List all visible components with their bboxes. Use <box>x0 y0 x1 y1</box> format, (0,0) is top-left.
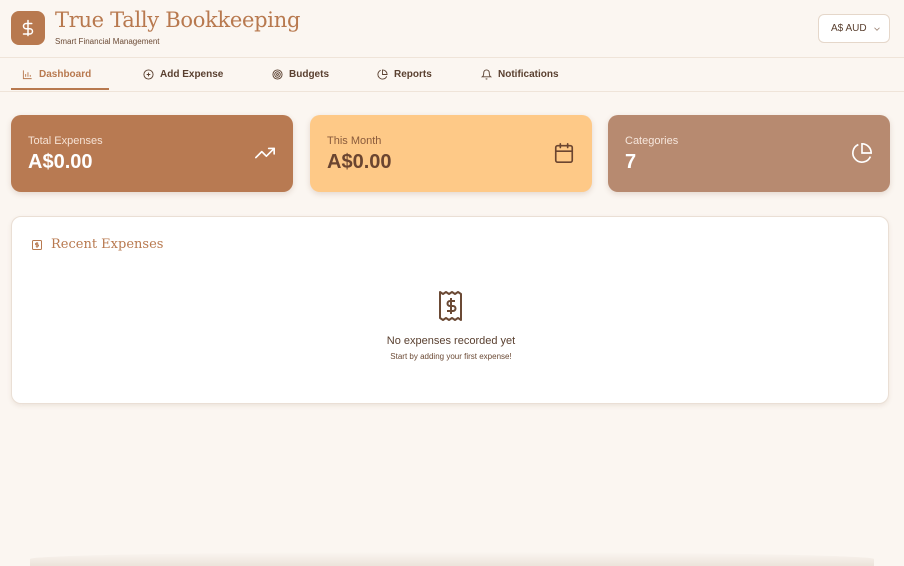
stat-label: Categories <box>625 135 679 147</box>
panel-title-text: Recent Expenses <box>51 237 164 252</box>
stat-value: 7 <box>625 151 637 173</box>
empty-state-subtitle: Start by adding your first expense! <box>390 352 512 361</box>
tab-dashboard[interactable]: Dashboard <box>22 58 91 90</box>
stat-card-this-month: This Month A$0.00 <box>310 115 592 192</box>
app-subtitle: Smart Financial Management <box>55 37 160 46</box>
stat-label: Total Expenses <box>28 135 103 147</box>
trending-up-icon <box>255 147 275 159</box>
pie-chart-icon <box>377 68 388 79</box>
bell-icon <box>481 69 492 80</box>
dollar-icon <box>22 19 34 37</box>
target-icon <box>272 68 283 80</box>
currency-select[interactable]: A$ AUD <box>818 14 890 43</box>
stat-value: A$0.00 <box>28 151 93 173</box>
tab-label: Dashboard <box>39 68 92 80</box>
calendar-icon <box>554 143 574 163</box>
bar-chart-icon <box>22 69 32 79</box>
active-tab-indicator <box>11 88 109 90</box>
plus-circle-icon <box>143 68 154 80</box>
tab-label: Reports <box>394 68 432 80</box>
stat-card-total-expenses: Total Expenses A$0.00 <box>11 115 293 192</box>
chevron-down-icon <box>874 27 880 31</box>
stat-label: This Month <box>327 135 382 147</box>
receipt-icon <box>439 291 462 321</box>
tab-add-expense[interactable]: Add Expense <box>143 58 223 90</box>
currency-value: A$ AUD <box>831 23 867 34</box>
app-header: True Tally Bookkeeping Smart Financial M… <box>0 0 904 58</box>
tab-reports[interactable]: Reports <box>377 58 432 90</box>
pie-chart-icon <box>852 143 872 163</box>
footer-shadow <box>30 552 874 566</box>
recent-expenses-panel: Recent Expenses No expenses recorded yet… <box>11 216 889 404</box>
empty-state-title: No expenses recorded yet <box>386 335 516 347</box>
main-nav: Dashboard Add Expense Budgets Reports No… <box>0 58 904 92</box>
app-title: True Tally Bookkeeping <box>55 8 301 32</box>
tab-budgets[interactable]: Budgets <box>272 58 329 90</box>
tab-label: Add Expense <box>160 68 224 80</box>
stat-value: A$0.00 <box>327 151 392 173</box>
app-logo <box>11 11 45 45</box>
tab-label: Budgets <box>289 68 329 80</box>
tab-label: Notifications <box>498 68 559 80</box>
panel-title: Recent Expenses <box>31 237 163 252</box>
stat-card-categories: Categories 7 <box>608 115 890 192</box>
receipt-icon <box>32 239 42 250</box>
tab-notifications[interactable]: Notifications <box>481 58 559 90</box>
